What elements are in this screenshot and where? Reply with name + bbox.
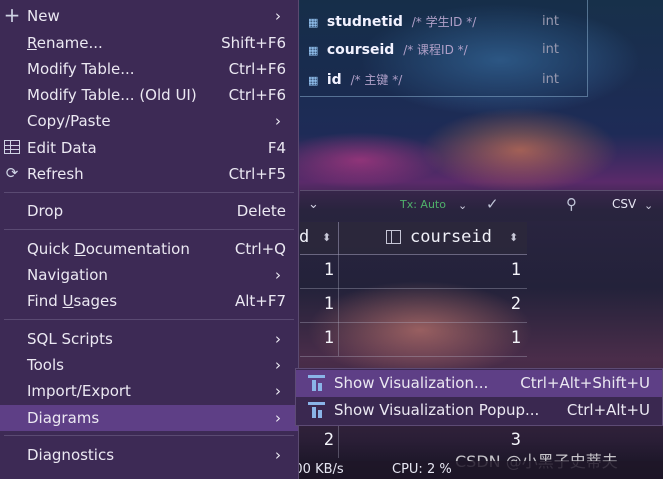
cpu-usage: CPU: 2 % — [392, 462, 452, 477]
field-id: ▦ id /* 主键 */ int — [308, 68, 586, 92]
menu-item-navigation[interactable]: Navigation › — [0, 262, 298, 288]
menu-separator — [4, 435, 294, 436]
transaction-mode-selector[interactable]: Tx: Auto — [400, 198, 446, 211]
menu-item-import-export[interactable]: Import/Export › — [0, 378, 298, 404]
chevron-down-icon[interactable]: ⌄ — [308, 197, 319, 212]
label-part: Find — [27, 292, 63, 310]
table-entity-diagram: ▦ studnetid /* 学生ID */ int ▦ courseid /*… — [300, 0, 588, 97]
menu-item-diagnostics[interactable]: Diagnostics › — [0, 442, 298, 468]
chevron-right-icon: › — [275, 382, 281, 400]
label-part: sages — [73, 292, 118, 310]
chevron-right-icon: › — [275, 266, 281, 284]
primary-key-icon: ▦ — [308, 74, 319, 87]
menu-item-modify-table-old-ui[interactable]: Modify Table... (Old UI) Ctrl+F6 — [0, 82, 298, 108]
field-courseid: ▦ courseid /* 课程ID */ int — [308, 38, 586, 62]
table-cell[interactable]: 1 — [511, 328, 521, 348]
label-part: Quick — [27, 240, 75, 258]
menu-item-copy-paste[interactable]: Copy/Paste › — [0, 108, 298, 134]
table-cell[interactable]: 1 — [300, 322, 339, 356]
chevron-right-icon: › — [275, 7, 281, 25]
menu-item-find-usages[interactable]: Find Usages Alt+F7 — [0, 288, 298, 314]
chevron-right-icon: › — [275, 330, 281, 348]
chevron-down-icon[interactable]: ⌄ — [458, 199, 467, 212]
field-studnetid: ▦ studnetid /* 学生ID */ int — [308, 10, 586, 34]
menu-item-drop[interactable]: Drop Delete — [0, 198, 298, 224]
mnemonic-letter: R — [27, 34, 37, 52]
menu-item-modify-table[interactable]: Modify Table... Ctrl+F6 — [0, 56, 298, 82]
menu-item-diagrams[interactable]: Diagrams › — [0, 405, 298, 431]
table-cell[interactable]: 1 — [300, 288, 339, 322]
menu-item-new[interactable]: + New › — [0, 3, 298, 29]
column-header-courseid[interactable]: courseid ⬍ — [339, 222, 527, 254]
table-cell[interactable]: 3 — [511, 430, 521, 450]
menu-separator — [4, 192, 294, 193]
result-grid-header: d ⬍ courseid ⬍ — [299, 222, 527, 255]
submenu-item-show-visualization[interactable]: Show Visualization... Ctrl+Alt+Shift+U — [296, 370, 662, 397]
table-row[interactable]: 1 1 — [300, 254, 527, 289]
column-key-icon: ▦ — [308, 16, 319, 29]
pin-icon[interactable]: ⚲ — [566, 195, 577, 213]
column-icon — [386, 230, 401, 244]
label-part: ocumentation — [85, 240, 190, 258]
mnemonic-letter: D — [74, 240, 86, 258]
commit-check-icon[interactable]: ✓ — [486, 195, 499, 213]
menu-separator — [4, 229, 294, 230]
submenu-item-show-visualization-popup[interactable]: Show Visualization Popup... Ctrl+Alt+U — [296, 397, 662, 424]
table-cell[interactable]: 2 — [511, 294, 521, 314]
context-menu: + New › Rename... Shift+F6 Modify Table.… — [0, 0, 299, 479]
menu-item-quick-documentation[interactable]: Quick Documentation Ctrl+Q — [0, 236, 298, 262]
rename-label-rest: ename... — [36, 34, 103, 52]
mnemonic-letter: U — [62, 292, 74, 310]
menu-item-rename[interactable]: Rename... Shift+F6 — [0, 30, 298, 56]
refresh-icon: ⟳ — [5, 164, 19, 182]
table-cell[interactable]: 1 — [511, 260, 521, 280]
diagrams-submenu: Show Visualization... Ctrl+Alt+Shift+U S… — [295, 368, 663, 426]
column-key-icon: ▦ — [308, 44, 319, 57]
chevron-down-icon[interactable]: ⌄ — [644, 199, 653, 212]
chevron-right-icon: › — [275, 112, 281, 130]
diagram-icon — [308, 402, 325, 418]
menu-separator — [4, 319, 294, 320]
table-cell[interactable]: 1 — [300, 254, 339, 288]
status-bar: 0.00 KB/s CPU: 2 % — [280, 461, 663, 479]
menu-item-refresh[interactable]: ⟳ Refresh Ctrl+F5 — [0, 161, 298, 187]
column-header-d[interactable]: d ⬍ — [299, 222, 339, 254]
table-cell[interactable]: 2 — [300, 424, 339, 458]
result-toolbar: ⌄ Tx: Auto ⌄ ✓ ⚲ CSV ⌄ — [300, 190, 663, 221]
sort-icon[interactable]: ⬍ — [509, 231, 518, 244]
sort-icon[interactable]: ⬍ — [322, 231, 331, 244]
chevron-right-icon: › — [275, 356, 281, 374]
plus-icon: + — [3, 3, 21, 27]
diagram-icon — [308, 375, 325, 391]
menu-item-sql-scripts[interactable]: SQL Scripts › — [0, 326, 298, 352]
table-row[interactable]: 1 2 — [300, 288, 527, 323]
table-row[interactable]: 1 1 — [300, 322, 527, 357]
export-format-selector[interactable]: CSV — [612, 197, 636, 211]
menu-item-tools[interactable]: Tools › — [0, 352, 298, 378]
menu-item-edit-data[interactable]: Edit Data F4 — [0, 135, 298, 161]
chevron-right-icon: › — [275, 409, 281, 427]
table-grid-icon — [3, 138, 21, 156]
chevron-right-icon: › — [275, 446, 281, 464]
